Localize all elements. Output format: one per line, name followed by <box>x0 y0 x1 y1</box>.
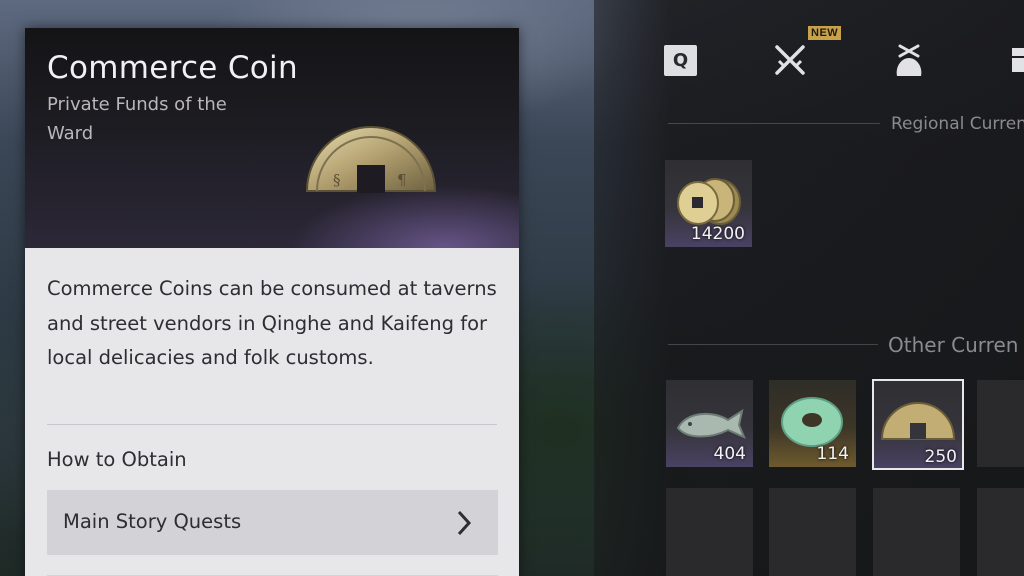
item-quantity: 250 <box>924 447 957 467</box>
obtain-source-label: Main Story Quests <box>63 510 242 533</box>
item-title: Commerce Coin <box>47 50 298 86</box>
chest-icon[interactable] <box>1010 46 1024 74</box>
currency-slot-fish-token[interactable]: 404 <box>666 380 753 467</box>
empty-slot <box>977 380 1024 467</box>
section-divider-line <box>668 123 880 124</box>
half-coin-icon: § ¶ <box>305 126 437 193</box>
empty-slot <box>977 488 1024 576</box>
item-detail-header: Commerce Coin Private Funds of the Ward … <box>25 28 519 248</box>
chevron-right-icon <box>457 510 472 536</box>
other-currency-heading: Other Curren <box>888 333 1019 357</box>
item-quantity: 14200 <box>690 224 745 244</box>
new-badge: NEW <box>808 26 842 40</box>
svg-text:¶: ¶ <box>397 171 407 189</box>
currency-slot-jade-disc[interactable]: 114 <box>769 380 856 467</box>
currency-slot-commerce-coin[interactable]: 250 <box>872 379 964 470</box>
crossed-swords-icon[interactable] <box>772 42 808 78</box>
currency-slot-regional-coins[interactable]: 14200 <box>665 160 752 247</box>
section-divider-line <box>668 344 878 345</box>
money-pouch-icon[interactable] <box>892 42 926 78</box>
item-description: Commerce Coins can be consumed at tavern… <box>47 277 497 369</box>
how-to-obtain-heading: How to Obtain <box>47 448 187 471</box>
empty-slot <box>873 488 960 576</box>
empty-slot <box>666 488 753 576</box>
q-key-icon[interactable]: Q <box>664 45 697 76</box>
item-quantity: 114 <box>816 444 849 464</box>
obtain-source-main-story-quests[interactable]: Main Story Quests <box>47 490 498 555</box>
empty-slot <box>769 488 856 576</box>
section-divider <box>47 424 497 425</box>
item-subtitle: Private Funds of the Ward <box>47 94 227 144</box>
item-quantity: 404 <box>713 444 746 464</box>
item-detail-card: Commerce Coin Private Funds of the Ward … <box>25 28 519 576</box>
regional-currency-heading: Regional Curren <box>891 114 1024 134</box>
svg-text:§: § <box>333 171 341 189</box>
